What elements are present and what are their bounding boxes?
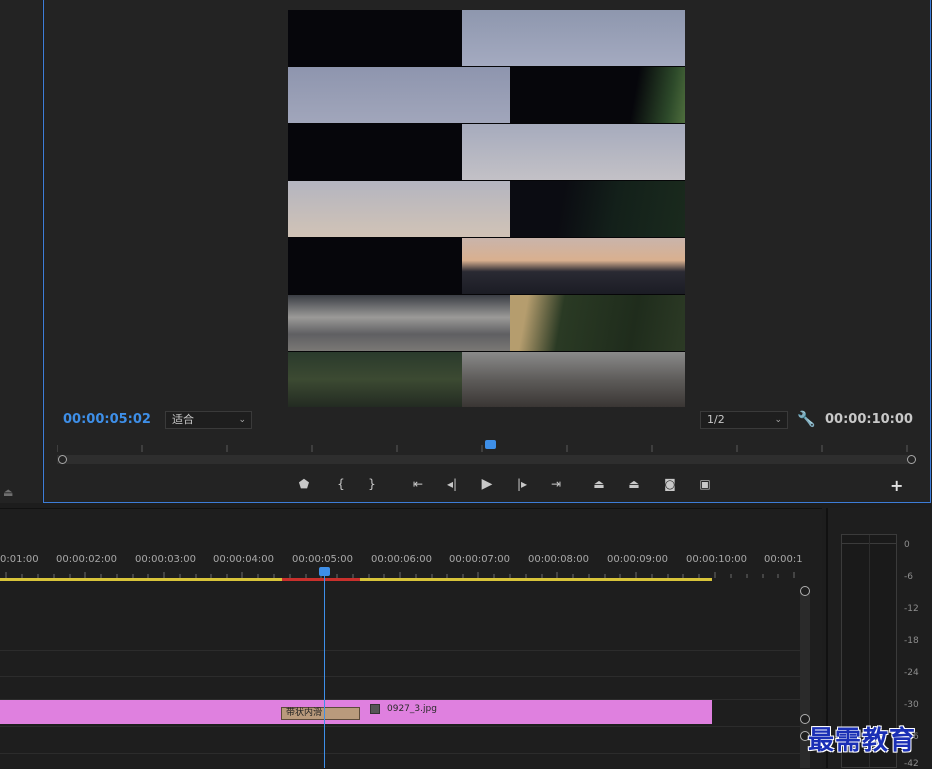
step-back-icon[interactable]: ◂| [442,475,462,493]
current-timecode[interactable]: 00:00:05:02 [63,412,151,427]
video-strip [288,181,685,237]
track-divider [0,650,800,651]
play-icon[interactable]: ▶ [477,475,497,493]
export-icon[interactable]: ⏏ [3,486,19,499]
track-divider [0,753,800,754]
step-forward-icon[interactable]: |▸ [512,475,532,493]
watermark-logo: 最需教育 [808,726,917,756]
chevron-down-icon: ⌄ [238,415,246,425]
ruler-label: 00:00:08:00 [528,554,590,565]
video-strip [288,67,685,123]
monitor-playhead[interactable] [485,440,496,449]
wrench-icon[interactable]: 🔧 [797,410,816,428]
ruler-label: 00:00:03:00 [135,554,197,565]
zoom-end-handle[interactable] [907,455,916,464]
video-strip [288,295,685,351]
video-strip [288,10,685,66]
db-label: -6 [904,572,913,582]
left-panel [0,0,42,503]
add-button[interactable]: + [890,476,903,495]
ruler-label: 00:00:06:00 [371,554,433,565]
fit-select[interactable]: 适合 ⌄ [165,411,252,429]
fit-select-value: 适合 [172,413,194,426]
ruler-label: 00:00:02:00 [56,554,118,565]
timeline-panel [0,508,822,768]
resolution-select-value: 1/2 [707,413,725,426]
zoom-start-handle[interactable] [58,455,67,464]
db-label: -18 [904,636,919,646]
db-label: 0 [904,540,910,550]
render-bar [282,578,360,581]
program-video-frame [288,10,685,407]
mark-out-icon[interactable]: } [362,475,382,493]
export-frame-icon[interactable]: ◙ [660,475,680,493]
video-strip [288,352,685,407]
track-divider [0,726,800,727]
timeline-playhead[interactable] [319,567,330,576]
chevron-down-icon: ⌄ [774,415,782,425]
duration-timecode: 00:00:10:00 [825,412,913,427]
track-divider [0,676,800,677]
marker-icon[interactable]: ⬟ [294,475,314,493]
timeline-playhead-line [324,576,325,768]
comparison-view-icon[interactable]: ▣ [695,475,715,493]
ruler-label: 00:00:1 [764,554,803,565]
ruler-label: 00:00:09:00 [607,554,669,565]
timeline-ruler[interactable]: 0:01:00 00:00:02:00 00:00:03:00 00:00:04… [0,549,803,581]
extract-icon[interactable]: ⏏ [624,475,644,493]
db-label: -24 [904,668,919,678]
go-to-in-icon[interactable]: ⇤ [408,475,428,493]
lift-icon[interactable]: ⏏ [589,475,609,493]
ruler-label: 0:01:00 [0,554,39,565]
ruler-label: 00:00:05:00 [292,554,354,565]
fx-badge-icon [370,704,380,714]
video-strip [288,238,685,294]
resolution-select[interactable]: 1/2 ⌄ [700,411,788,429]
ruler-label: 00:00:04:00 [213,554,275,565]
ruler-label: 00:00:10:00 [686,554,748,565]
mark-in-icon[interactable]: { [331,475,351,493]
db-label: -30 [904,700,919,710]
transition-effect[interactable]: 带状内滑 [281,707,360,720]
ruler-label: 00:00:07:00 [449,554,511,565]
video-strip [288,124,685,180]
db-label: -12 [904,604,919,614]
monitor-zoom-bar[interactable] [57,455,912,464]
go-to-out-icon[interactable]: ⇥ [546,475,566,493]
clip-name: 0927_3.jpg [387,704,437,714]
scroll-top-handle[interactable] [800,586,810,596]
